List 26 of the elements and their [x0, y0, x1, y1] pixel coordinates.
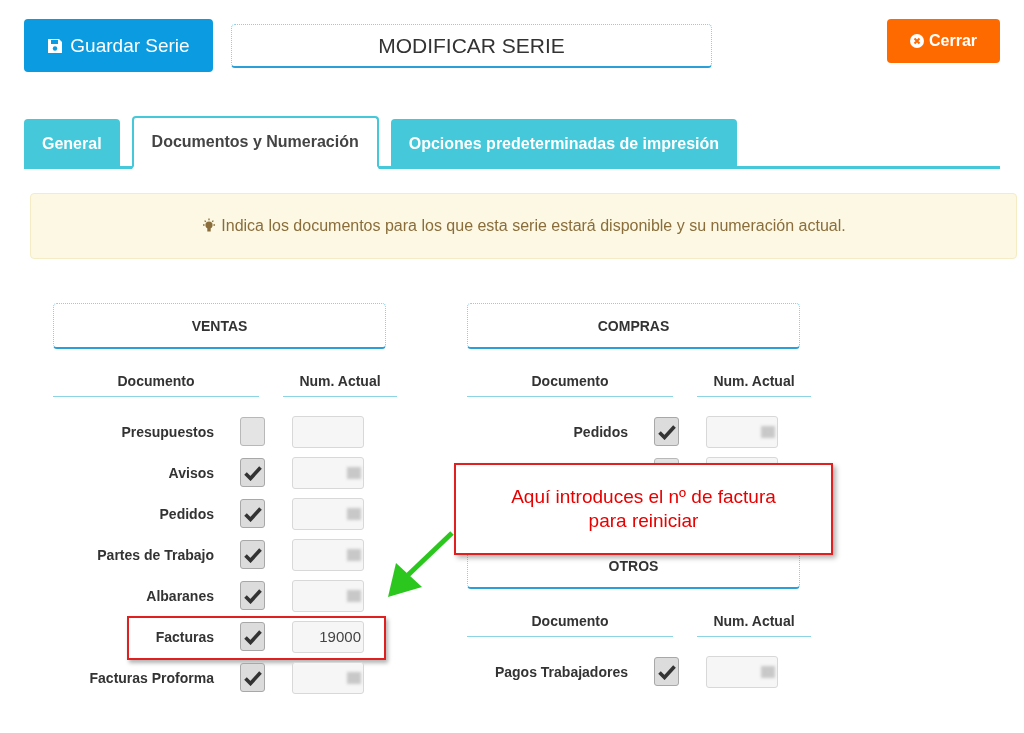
column-header: Documento — [467, 373, 673, 397]
document-label: Pedidos — [572, 423, 628, 440]
document-label: Pedidos — [158, 505, 214, 522]
number-field[interactable]: 19000 — [292, 620, 364, 653]
document-label: Partes de Trabajo — [96, 546, 214, 563]
tab[interactable]: Documentos y Numeración — [131, 116, 379, 169]
close-button[interactable]: Cerrar — [887, 19, 1000, 63]
page-title: MODIFICAR SERIE — [231, 24, 712, 68]
document-label: Pagos Trabajadores — [493, 663, 628, 680]
document-label: Presupuestos — [120, 423, 214, 440]
document-label: Albaranes — [145, 587, 214, 604]
column-header: Num. Actual — [697, 613, 811, 637]
save-button[interactable]: Guardar Serie — [24, 19, 213, 72]
tab[interactable]: General — [24, 119, 120, 169]
tab[interactable]: Opciones predeterminadas de impresión — [390, 119, 738, 169]
notice-text: Indica los documentos para los que esta serie estará disponible y su numeración actual. — [221, 217, 846, 235]
document-label: Facturas Proforma — [88, 669, 214, 686]
annotation-tooltip: Aquí introduces el nº de factura para reiniciar — [454, 463, 833, 555]
section-header: COMPRAS — [467, 303, 800, 349]
section-header: VENTAS — [53, 303, 386, 349]
document-label: Avisos — [167, 464, 214, 481]
column-header: Documento — [467, 613, 673, 637]
column-header: Num. Actual — [283, 373, 397, 397]
document-label: Facturas — [154, 628, 214, 645]
column-header: Num. Actual — [697, 373, 811, 397]
column-header: Documento — [53, 373, 259, 397]
